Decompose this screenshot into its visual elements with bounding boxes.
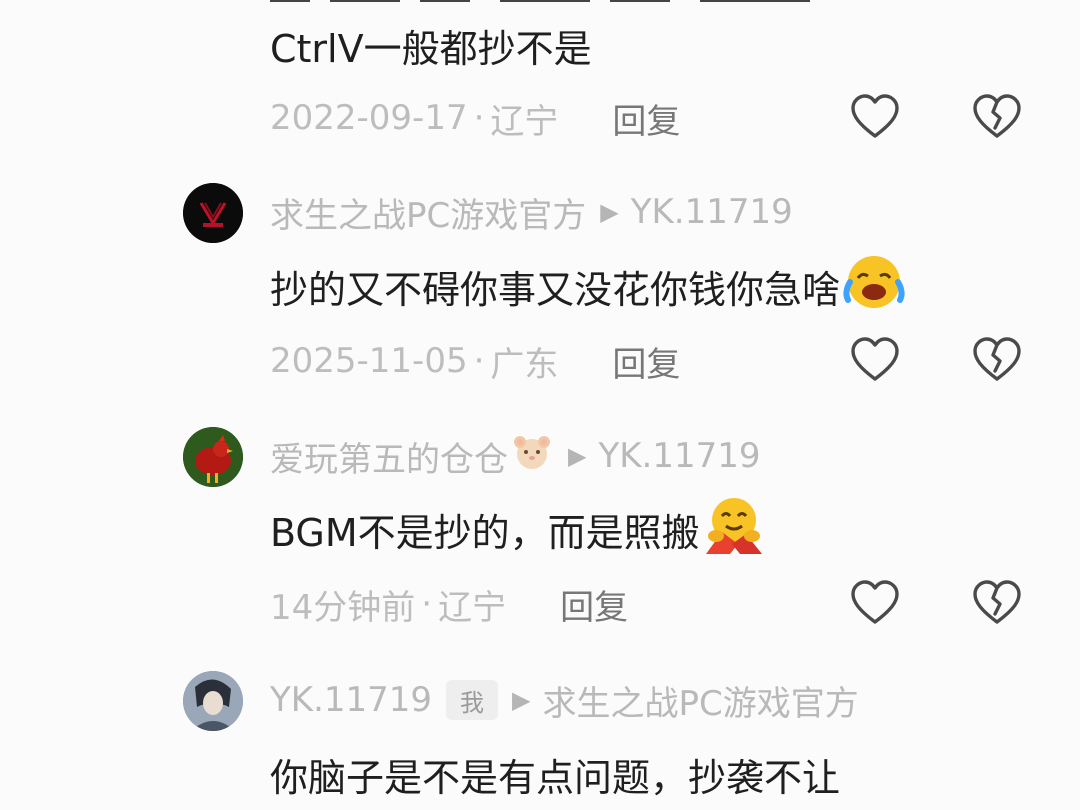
separator: · xyxy=(473,98,485,138)
comment-time: 2025-11-05 xyxy=(270,341,468,381)
broken-heart-icon[interactable] xyxy=(971,92,1023,144)
clipped-comment-text-top xyxy=(270,0,870,19)
comment-footer: 14分钟前 · 辽宁 回复 xyxy=(270,580,628,629)
reply-arrow-icon: ▶ xyxy=(512,686,531,714)
me-badge: 我 xyxy=(446,680,499,720)
reply-button[interactable]: 回复 xyxy=(612,94,680,143)
comment-body: 抄的又不碍你事又没花你钱你急啥 xyxy=(270,267,841,312)
comment-footer: 2025-11-05 · 广东 回复 xyxy=(270,337,680,386)
comment-location: 广东 xyxy=(490,344,559,385)
like-heart-icon[interactable] xyxy=(849,578,901,630)
like-heart-icon[interactable] xyxy=(849,335,901,387)
comment-time: 14分钟前 xyxy=(270,587,416,628)
comment-time: 2022-09-17 xyxy=(270,98,468,138)
comment-body: BGM不是抄的，而是照搬 xyxy=(270,510,700,555)
avatar[interactable] xyxy=(183,427,243,487)
comment-text: 你脑子是不是有点问题，抄袭不让 xyxy=(270,755,841,800)
prev-comment-text: CtrlV一般都抄不是 xyxy=(270,26,592,71)
clipped-text-fragment xyxy=(270,0,810,2)
comment-location: 辽宁 xyxy=(438,587,507,628)
loudly-crying-laughing-emoji-icon xyxy=(842,252,906,321)
separator: · xyxy=(421,584,433,624)
author-name[interactable]: 求生之战PC游戏官方 xyxy=(270,188,586,237)
author-name[interactable]: 爱玩第五的仓仓 xyxy=(270,432,508,481)
comment-thread: CtrlV一般都抄不是 2022-09-17 · 辽宁 回复 求生之战PC游戏官… xyxy=(0,0,1080,810)
like-heart-icon[interactable] xyxy=(849,92,901,144)
comment-author-line: 爱玩第五的仓仓 ▶ YK.11719 xyxy=(270,432,761,481)
reply-button[interactable]: 回复 xyxy=(612,337,680,386)
broken-heart-icon[interactable] xyxy=(971,335,1023,387)
avatar[interactable] xyxy=(183,671,243,731)
hugging-face-emoji-icon xyxy=(702,494,766,565)
comment-text: BGM不是抄的，而是照搬 xyxy=(270,497,766,558)
hamster-emoji-icon xyxy=(510,432,554,481)
comment-author-line: 求生之战PC游戏官方 ▶ YK.11719 xyxy=(270,188,793,237)
separator: · xyxy=(473,341,485,381)
broken-heart-icon[interactable] xyxy=(971,578,1023,630)
author-name[interactable]: YK.11719 xyxy=(270,680,432,720)
reply-button[interactable]: 回复 xyxy=(560,580,628,629)
comment-location: 辽宁 xyxy=(490,101,559,142)
reply-to-name[interactable]: 求生之战PC游戏官方 xyxy=(543,676,859,725)
reply-arrow-icon: ▶ xyxy=(568,442,587,470)
comment-text: 抄的又不碍你事又没花你钱你急啥 xyxy=(270,255,906,314)
comment-author-line: YK.11719 我 ▶ 求生之战PC游戏官方 xyxy=(270,676,859,725)
avatar[interactable] xyxy=(183,183,243,243)
reply-arrow-icon: ▶ xyxy=(600,198,619,226)
prev-comment-footer: 2022-09-17 · 辽宁 回复 xyxy=(270,94,680,143)
reply-to-name[interactable]: YK.11719 xyxy=(631,192,793,232)
reply-to-name[interactable]: YK.11719 xyxy=(598,436,760,476)
